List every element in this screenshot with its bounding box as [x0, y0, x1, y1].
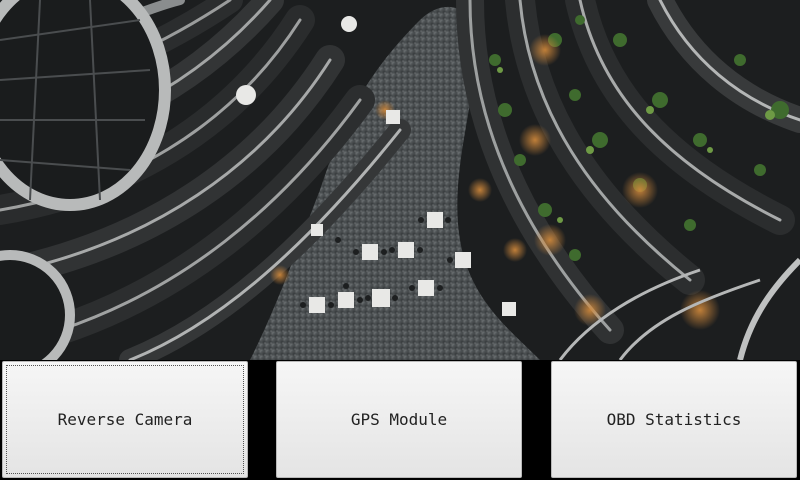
reverse-camera-button[interactable]: Reverse Camera: [2, 361, 248, 478]
app-screen: Reverse Camera GPS Module OBD Statistics: [0, 0, 800, 480]
obd-statistics-button[interactable]: OBD Statistics: [551, 361, 797, 478]
menu-button-bar: Reverse Camera GPS Module OBD Statistics: [0, 360, 800, 480]
gps-module-button[interactable]: GPS Module: [276, 361, 522, 478]
background-image: [0, 0, 800, 360]
